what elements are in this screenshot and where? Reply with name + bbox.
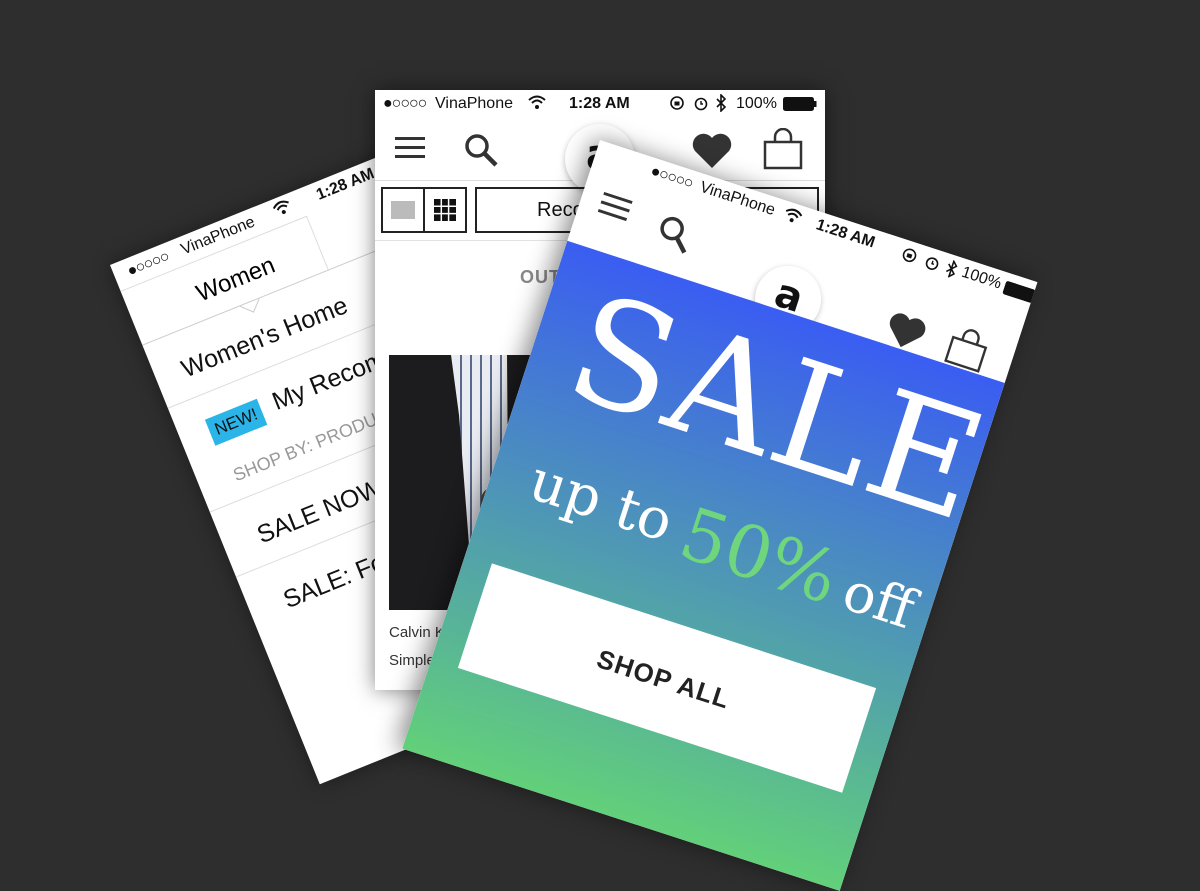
status-time: 1:28 AM [313, 165, 377, 204]
alarm-icon [693, 95, 709, 116]
menu-icon[interactable] [596, 191, 633, 227]
new-badge: NEW! [204, 398, 268, 446]
search-icon[interactable] [463, 132, 499, 173]
battery-icon [783, 97, 817, 116]
grid-view-icon [434, 199, 456, 221]
grid-view-button[interactable] [425, 189, 465, 231]
battery-percent: 100% [959, 263, 1004, 293]
view-toggle [381, 187, 467, 233]
battery-icon [1001, 280, 1038, 309]
status-bar: ●○○○○ VinaPhone 1:28 AM 100% [375, 90, 825, 118]
list-item-label: SALE: Fo [279, 547, 390, 615]
status-time: 1:28 AM [569, 95, 630, 112]
list-view-button[interactable] [383, 189, 425, 231]
shopping-bag-icon[interactable] [763, 127, 803, 175]
heart-icon[interactable] [691, 132, 733, 175]
shop-all-label: SHOP ALL [593, 643, 734, 715]
wifi-icon [528, 94, 546, 115]
signal-strength: ●○○○○ [383, 95, 427, 112]
wifi-icon [271, 197, 296, 223]
status-time: 1:28 AM [813, 216, 877, 252]
bluetooth-icon [715, 93, 727, 117]
alarm-icon [921, 253, 943, 278]
list-view-icon [391, 201, 415, 219]
search-icon[interactable] [650, 211, 697, 261]
sale-line-off: off [835, 559, 923, 642]
bluetooth-icon [941, 258, 960, 284]
menu-icon[interactable] [395, 137, 425, 164]
battery-percent: 100% [736, 95, 777, 112]
sale-line-upto: up to [521, 448, 681, 556]
carrier-name: VinaPhone [435, 95, 513, 112]
wifi-icon [781, 205, 805, 231]
rotation-lock-icon [669, 95, 685, 116]
rotation-lock-icon [898, 245, 920, 270]
